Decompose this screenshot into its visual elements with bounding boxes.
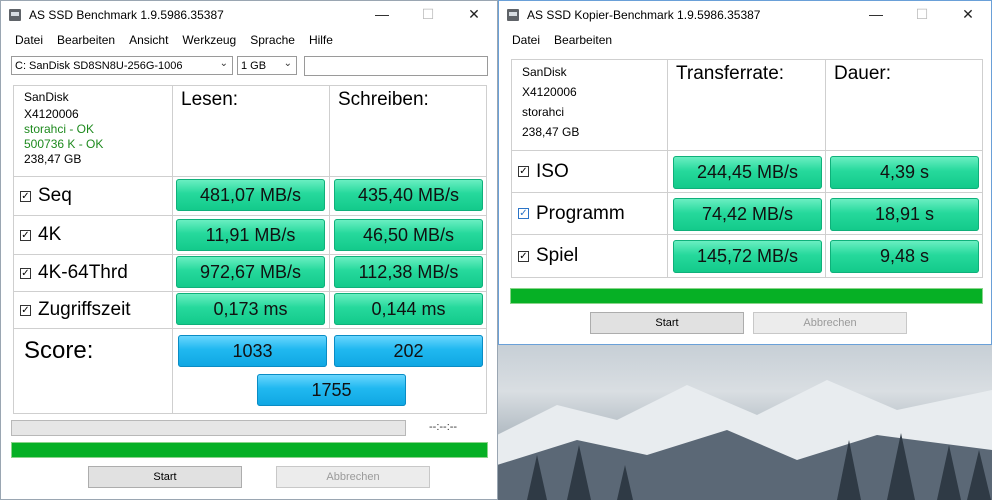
minimize-icon[interactable]: — — [359, 1, 405, 27]
blank-field[interactable] — [304, 56, 488, 76]
drive-info: SanDisk X4120006 storahci - OK 500736 K … — [13, 85, 173, 177]
drive-info: SanDisk X4120006 storahci 238,47 GB — [511, 59, 668, 151]
duration-header: Dauer: — [825, 59, 983, 151]
read-header: Lesen: — [172, 85, 330, 177]
spiel-rate-value: 145,72 MB/s — [673, 240, 822, 273]
abort-button[interactable]: Abbrechen — [753, 312, 907, 334]
drive-vendor: SanDisk — [24, 90, 69, 104]
write-header: Schreiben: — [329, 85, 487, 177]
checkbox-checked-icon[interactable]: ✓ — [518, 250, 529, 262]
row-access-time: ✓ Zugriffszeit — [13, 291, 173, 329]
title-bar: AS SSD Kopier-Benchmark 1.9.5986.35387 —… — [499, 1, 991, 28]
drive-firmware: X4120006 — [522, 85, 577, 99]
score-write-value: 202 — [334, 335, 483, 367]
size-select[interactable]: 1 GB ⌄ — [237, 56, 297, 75]
4k-write-value: 46,50 MB/s — [334, 219, 483, 251]
row-seq: ✓ Seq — [13, 176, 173, 216]
minimize-icon[interactable]: — — [853, 1, 899, 27]
app-icon — [507, 8, 519, 21]
4k64-read-value: 972,67 MB/s — [176, 256, 325, 288]
programm-duration-value: 18,91 s — [830, 198, 979, 231]
drive-capacity: 238,47 GB — [522, 125, 580, 139]
window-title: AS SSD Benchmark 1.9.5986.35387 — [29, 7, 224, 22]
seq-read-value: 481,07 MB/s — [176, 179, 325, 211]
title-bar: AS SSD Benchmark 1.9.5986.35387 — ☐ ✕ — [1, 1, 497, 28]
row-iso: ✓ ISO — [511, 150, 668, 193]
checkbox-checked-icon[interactable]: ✓ — [20, 267, 31, 279]
maximize-icon[interactable]: ☐ — [405, 1, 451, 27]
spiel-duration-value: 9,48 s — [830, 240, 979, 273]
copy-progress-bar — [510, 288, 983, 304]
score-label: Score: — [13, 328, 173, 414]
row-4k: ✓ 4K — [13, 215, 173, 255]
start-button[interactable]: Start — [88, 466, 242, 488]
score-read-value: 1033 — [178, 335, 327, 367]
chevron-down-icon: ⌄ — [283, 58, 292, 69]
access-write-value: 0,144 ms — [334, 293, 483, 325]
menu-bearbeiten[interactable]: Bearbeiten — [547, 33, 619, 47]
row-4k-64thrd: ✓ 4K-64Thrd — [13, 254, 173, 292]
drive-select[interactable]: C: SanDisk SD8SN8U-256G-1006 ⌄ — [11, 56, 233, 75]
iso-rate-value: 244,45 MB/s — [673, 156, 822, 189]
row-programm: ✓ Programm — [511, 192, 668, 235]
close-icon[interactable]: ✕ — [451, 1, 497, 27]
overall-progress-bar — [11, 442, 488, 458]
menu-bearbeiten[interactable]: Bearbeiten — [50, 33, 122, 47]
checkbox-checked-icon[interactable]: ✓ — [20, 304, 31, 316]
maximize-icon[interactable]: ☐ — [899, 1, 945, 27]
menu-ansicht[interactable]: Ansicht — [122, 33, 175, 47]
drive-driver: storahci - OK — [24, 122, 95, 136]
abort-button[interactable]: Abbrechen — [276, 466, 430, 488]
drive-vendor: SanDisk — [522, 65, 567, 79]
4k64-write-value: 112,38 MB/s — [334, 256, 483, 288]
checkbox-checked-icon[interactable]: ✓ — [518, 166, 529, 177]
desktop-wallpaper — [497, 345, 992, 500]
4k-read-value: 11,91 MB/s — [176, 219, 325, 251]
menu-datei[interactable]: Datei — [8, 33, 50, 47]
row-spiel: ✓ Spiel — [511, 234, 668, 278]
drive-firmware: X4120006 — [24, 107, 79, 121]
start-button[interactable]: Start — [590, 312, 744, 334]
score-total-value: 1755 — [257, 374, 406, 406]
seq-write-value: 435,40 MB/s — [334, 179, 483, 211]
checkbox-checked-icon[interactable]: ✓ — [20, 229, 31, 241]
access-read-value: 0,173 ms — [176, 293, 325, 325]
window-title: AS SSD Kopier-Benchmark 1.9.5986.35387 — [527, 7, 761, 22]
menu-bar: Datei Bearbeiten Ansicht Werkzeug Sprach… — [1, 28, 497, 52]
drive-alignment: 500736 K - OK — [24, 137, 104, 151]
as-ssd-copy-benchmark-window: AS SSD Kopier-Benchmark 1.9.5986.35387 —… — [498, 0, 992, 345]
programm-rate-value: 74,42 MB/s — [673, 198, 822, 231]
iso-duration-value: 4,39 s — [830, 156, 979, 189]
checkbox-checked-icon[interactable]: ✓ — [20, 190, 31, 202]
menu-werkzeug[interactable]: Werkzeug — [175, 33, 243, 47]
drive-capacity: 238,47 GB — [24, 152, 82, 166]
rate-header: Transferrate: — [667, 59, 826, 151]
app-icon — [9, 8, 21, 21]
close-icon[interactable]: ✕ — [945, 1, 991, 27]
as-ssd-benchmark-window: AS SSD Benchmark 1.9.5986.35387 — ☐ ✕ Da… — [0, 0, 498, 500]
elapsed-timer: --:--:-- — [429, 421, 458, 433]
task-progress-bar — [11, 420, 406, 436]
menu-bar: Datei Bearbeiten — [499, 28, 991, 52]
checkbox-checked-icon[interactable]: ✓ — [518, 208, 529, 219]
menu-sprache[interactable]: Sprache — [243, 33, 302, 47]
drive-driver: storahci — [522, 105, 565, 119]
menu-datei[interactable]: Datei — [505, 33, 547, 47]
chevron-down-icon: ⌄ — [219, 58, 228, 69]
menu-hilfe[interactable]: Hilfe — [302, 33, 340, 47]
